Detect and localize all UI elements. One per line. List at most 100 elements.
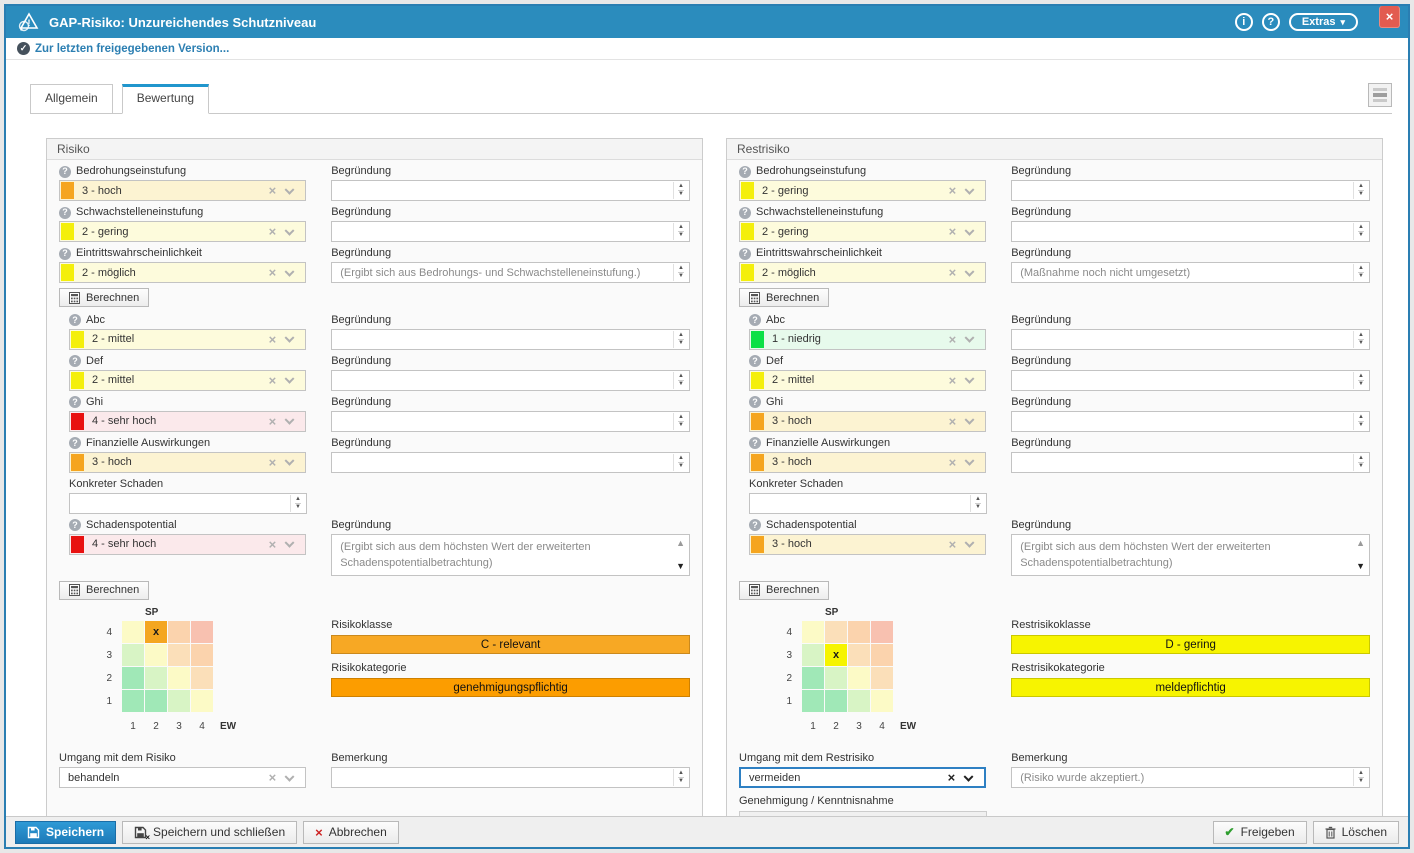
select-umgang-mit-dem-risiko[interactable]: behandeln×	[59, 767, 306, 788]
chevron-down-icon[interactable]	[965, 415, 975, 425]
chevron-down-icon[interactable]	[965, 538, 975, 548]
help-icon[interactable]: ?	[69, 314, 81, 326]
clear-icon[interactable]: ×	[269, 184, 277, 197]
clear-icon[interactable]: ×	[949, 184, 957, 197]
scroll-down-icon[interactable]: ▼	[676, 562, 685, 571]
spinner-icon[interactable]: ▲▼	[673, 454, 688, 471]
clear-icon[interactable]: ×	[269, 771, 277, 784]
release-button[interactable]: ✔ Freigeben	[1213, 821, 1307, 844]
textarea-begr-ndung-def[interactable]: ▲▼	[1011, 370, 1370, 391]
select-bedrohungseinstufung[interactable]: 2 - gering×	[739, 180, 986, 201]
spinner-icon[interactable]: ▲▼	[1353, 264, 1368, 281]
delete-button[interactable]: Löschen	[1313, 821, 1399, 844]
clear-icon[interactable]: ×	[269, 225, 277, 238]
help-icon[interactable]: ?	[739, 207, 751, 219]
tab-allgemein[interactable]: Allgemein	[30, 84, 113, 114]
clear-icon[interactable]: ×	[949, 266, 957, 279]
spinner-icon[interactable]: ▲▼	[673, 264, 688, 281]
select-finanzielle-auswirkungen[interactable]: 3 - hoch×	[749, 452, 986, 473]
scroll-up-icon[interactable]: ▲	[1356, 539, 1365, 548]
chevron-down-icon[interactable]	[965, 333, 975, 343]
help-icon[interactable]: ?	[749, 396, 761, 408]
chevron-down-icon[interactable]	[285, 771, 295, 781]
clear-icon[interactable]: ×	[269, 538, 277, 551]
help-icon[interactable]: ?	[749, 437, 761, 449]
calc-button-berechnen[interactable]: Berechnen	[739, 288, 829, 307]
clear-icon[interactable]: ×	[948, 771, 956, 784]
help-icon[interactable]: ?	[749, 519, 761, 531]
textarea-begr-ndung-bedrohungseinstufung[interactable]: ▲▼	[331, 180, 690, 201]
help-icon[interactable]: ?	[739, 248, 751, 260]
calc-button-berechnen[interactable]: Berechnen	[59, 288, 149, 307]
select-schadenspotential[interactable]: 3 - hoch×	[749, 534, 986, 555]
calc-button-berechnen[interactable]: Berechnen	[739, 581, 829, 600]
clear-icon[interactable]: ×	[269, 415, 277, 428]
help-icon[interactable]: ?	[69, 396, 81, 408]
chevron-down-icon[interactable]	[285, 266, 295, 276]
chevron-down-icon[interactable]	[965, 456, 975, 466]
spinner-icon[interactable]: ▲▼	[673, 372, 688, 389]
textarea-begr-ndung-finanzielle-auswirkungen[interactable]: ▲▼	[331, 452, 690, 473]
textarea-begr-ndung-schadenspotential[interactable]: (Ergibt sich aus dem höchsten Wert der e…	[331, 534, 690, 576]
textarea-begr-ndung-ghi[interactable]: ▲▼	[1011, 411, 1370, 432]
spinner-icon[interactable]: ▲▼	[1353, 454, 1368, 471]
help-icon[interactable]: ?	[69, 355, 81, 367]
chevron-down-icon[interactable]	[285, 374, 295, 384]
textarea-begr-ndung-abc[interactable]: ▲▼	[1011, 329, 1370, 350]
list-view-icon[interactable]	[1368, 83, 1392, 107]
chevron-down-icon[interactable]	[285, 456, 295, 466]
chevron-down-icon[interactable]	[285, 225, 295, 235]
textarea-begr-ndung-eintrittswahrscheinlichkeit[interactable]: (Ergibt sich aus Bedrohungs- und Schwach…	[331, 262, 690, 283]
textarea-begr-ndung-bedrohungseinstufung[interactable]: ▲▼	[1011, 180, 1370, 201]
extras-button[interactable]: Extras ▾	[1289, 13, 1358, 31]
select-schwachstelleneinstufung[interactable]: 2 - gering×	[739, 221, 986, 242]
chevron-down-icon[interactable]	[285, 333, 295, 343]
question-icon[interactable]: ?	[1262, 13, 1280, 31]
clear-icon[interactable]: ×	[269, 266, 277, 279]
chevron-down-icon[interactable]	[285, 538, 295, 548]
select-def[interactable]: 2 - mittel×	[69, 370, 306, 391]
clear-icon[interactable]: ×	[269, 333, 277, 346]
tab-bewertung[interactable]: Bewertung	[122, 84, 209, 114]
chevron-down-icon[interactable]	[965, 374, 975, 384]
textarea-begr-ndung-finanzielle-auswirkungen[interactable]: ▲▼	[1011, 452, 1370, 473]
scroll-down-icon[interactable]: ▼	[1356, 562, 1365, 571]
textarea-begr-ndung-schwachstelleneinstufung[interactable]: ▲▼	[331, 221, 690, 242]
spinner-icon[interactable]: ▲▼	[673, 182, 688, 199]
textarea-begr-ndung-def[interactable]: ▲▼	[331, 370, 690, 391]
clear-icon[interactable]: ×	[949, 333, 957, 346]
spinner-icon[interactable]: ▲▼	[673, 413, 688, 430]
scroll-up-icon[interactable]: ▲	[676, 539, 685, 548]
chevron-down-icon[interactable]	[965, 266, 975, 276]
cancel-button[interactable]: × Abbrechen	[303, 821, 399, 844]
textarea-begr-ndung-schwachstelleneinstufung[interactable]: ▲▼	[1011, 221, 1370, 242]
help-icon[interactable]: ?	[69, 437, 81, 449]
select-abc[interactable]: 1 - niedrig×	[749, 329, 986, 350]
help-icon[interactable]: ?	[749, 314, 761, 326]
save-and-close-button[interactable]: × Speichern und schließen	[122, 821, 297, 844]
spinner-icon[interactable]: ▲▼	[673, 223, 688, 240]
chevron-down-icon[interactable]	[285, 415, 295, 425]
help-icon[interactable]: ?	[69, 519, 81, 531]
clear-icon[interactable]: ×	[269, 374, 277, 387]
help-icon[interactable]: ?	[59, 166, 71, 178]
select-schadenspotential[interactable]: 4 - sehr hoch×	[69, 534, 306, 555]
chevron-down-icon[interactable]	[964, 771, 974, 781]
textarea-begr-ndung-abc[interactable]: ▲▼	[331, 329, 690, 350]
clear-icon[interactable]: ×	[269, 456, 277, 469]
spinner-icon[interactable]: ▲▼	[673, 769, 688, 786]
textarea-begr-ndung-ghi[interactable]: ▲▼	[331, 411, 690, 432]
spinner-icon[interactable]: ▲▼	[1353, 372, 1368, 389]
clear-icon[interactable]: ×	[949, 538, 957, 551]
clear-icon[interactable]: ×	[949, 415, 957, 428]
calc-button-berechnen[interactable]: Berechnen	[59, 581, 149, 600]
textarea-begr-ndung-eintrittswahrscheinlichkeit[interactable]: (Maßnahme noch nicht umgesetzt)▲▼	[1011, 262, 1370, 283]
textarea-bemerkung-umgang-mit-dem-risiko[interactable]: ▲▼	[331, 767, 690, 788]
spinner-icon[interactable]: ▲▼	[673, 331, 688, 348]
textarea-begr-ndung-schadenspotential[interactable]: (Ergibt sich aus dem höchsten Wert der e…	[1011, 534, 1370, 576]
spinner-icon[interactable]: ▲▼	[1353, 413, 1368, 430]
spinner-icon[interactable]: ▲▼	[1353, 223, 1368, 240]
chevron-down-icon[interactable]	[965, 184, 975, 194]
select-schwachstelleneinstufung[interactable]: 2 - gering×	[59, 221, 306, 242]
select-ghi[interactable]: 3 - hoch×	[749, 411, 986, 432]
